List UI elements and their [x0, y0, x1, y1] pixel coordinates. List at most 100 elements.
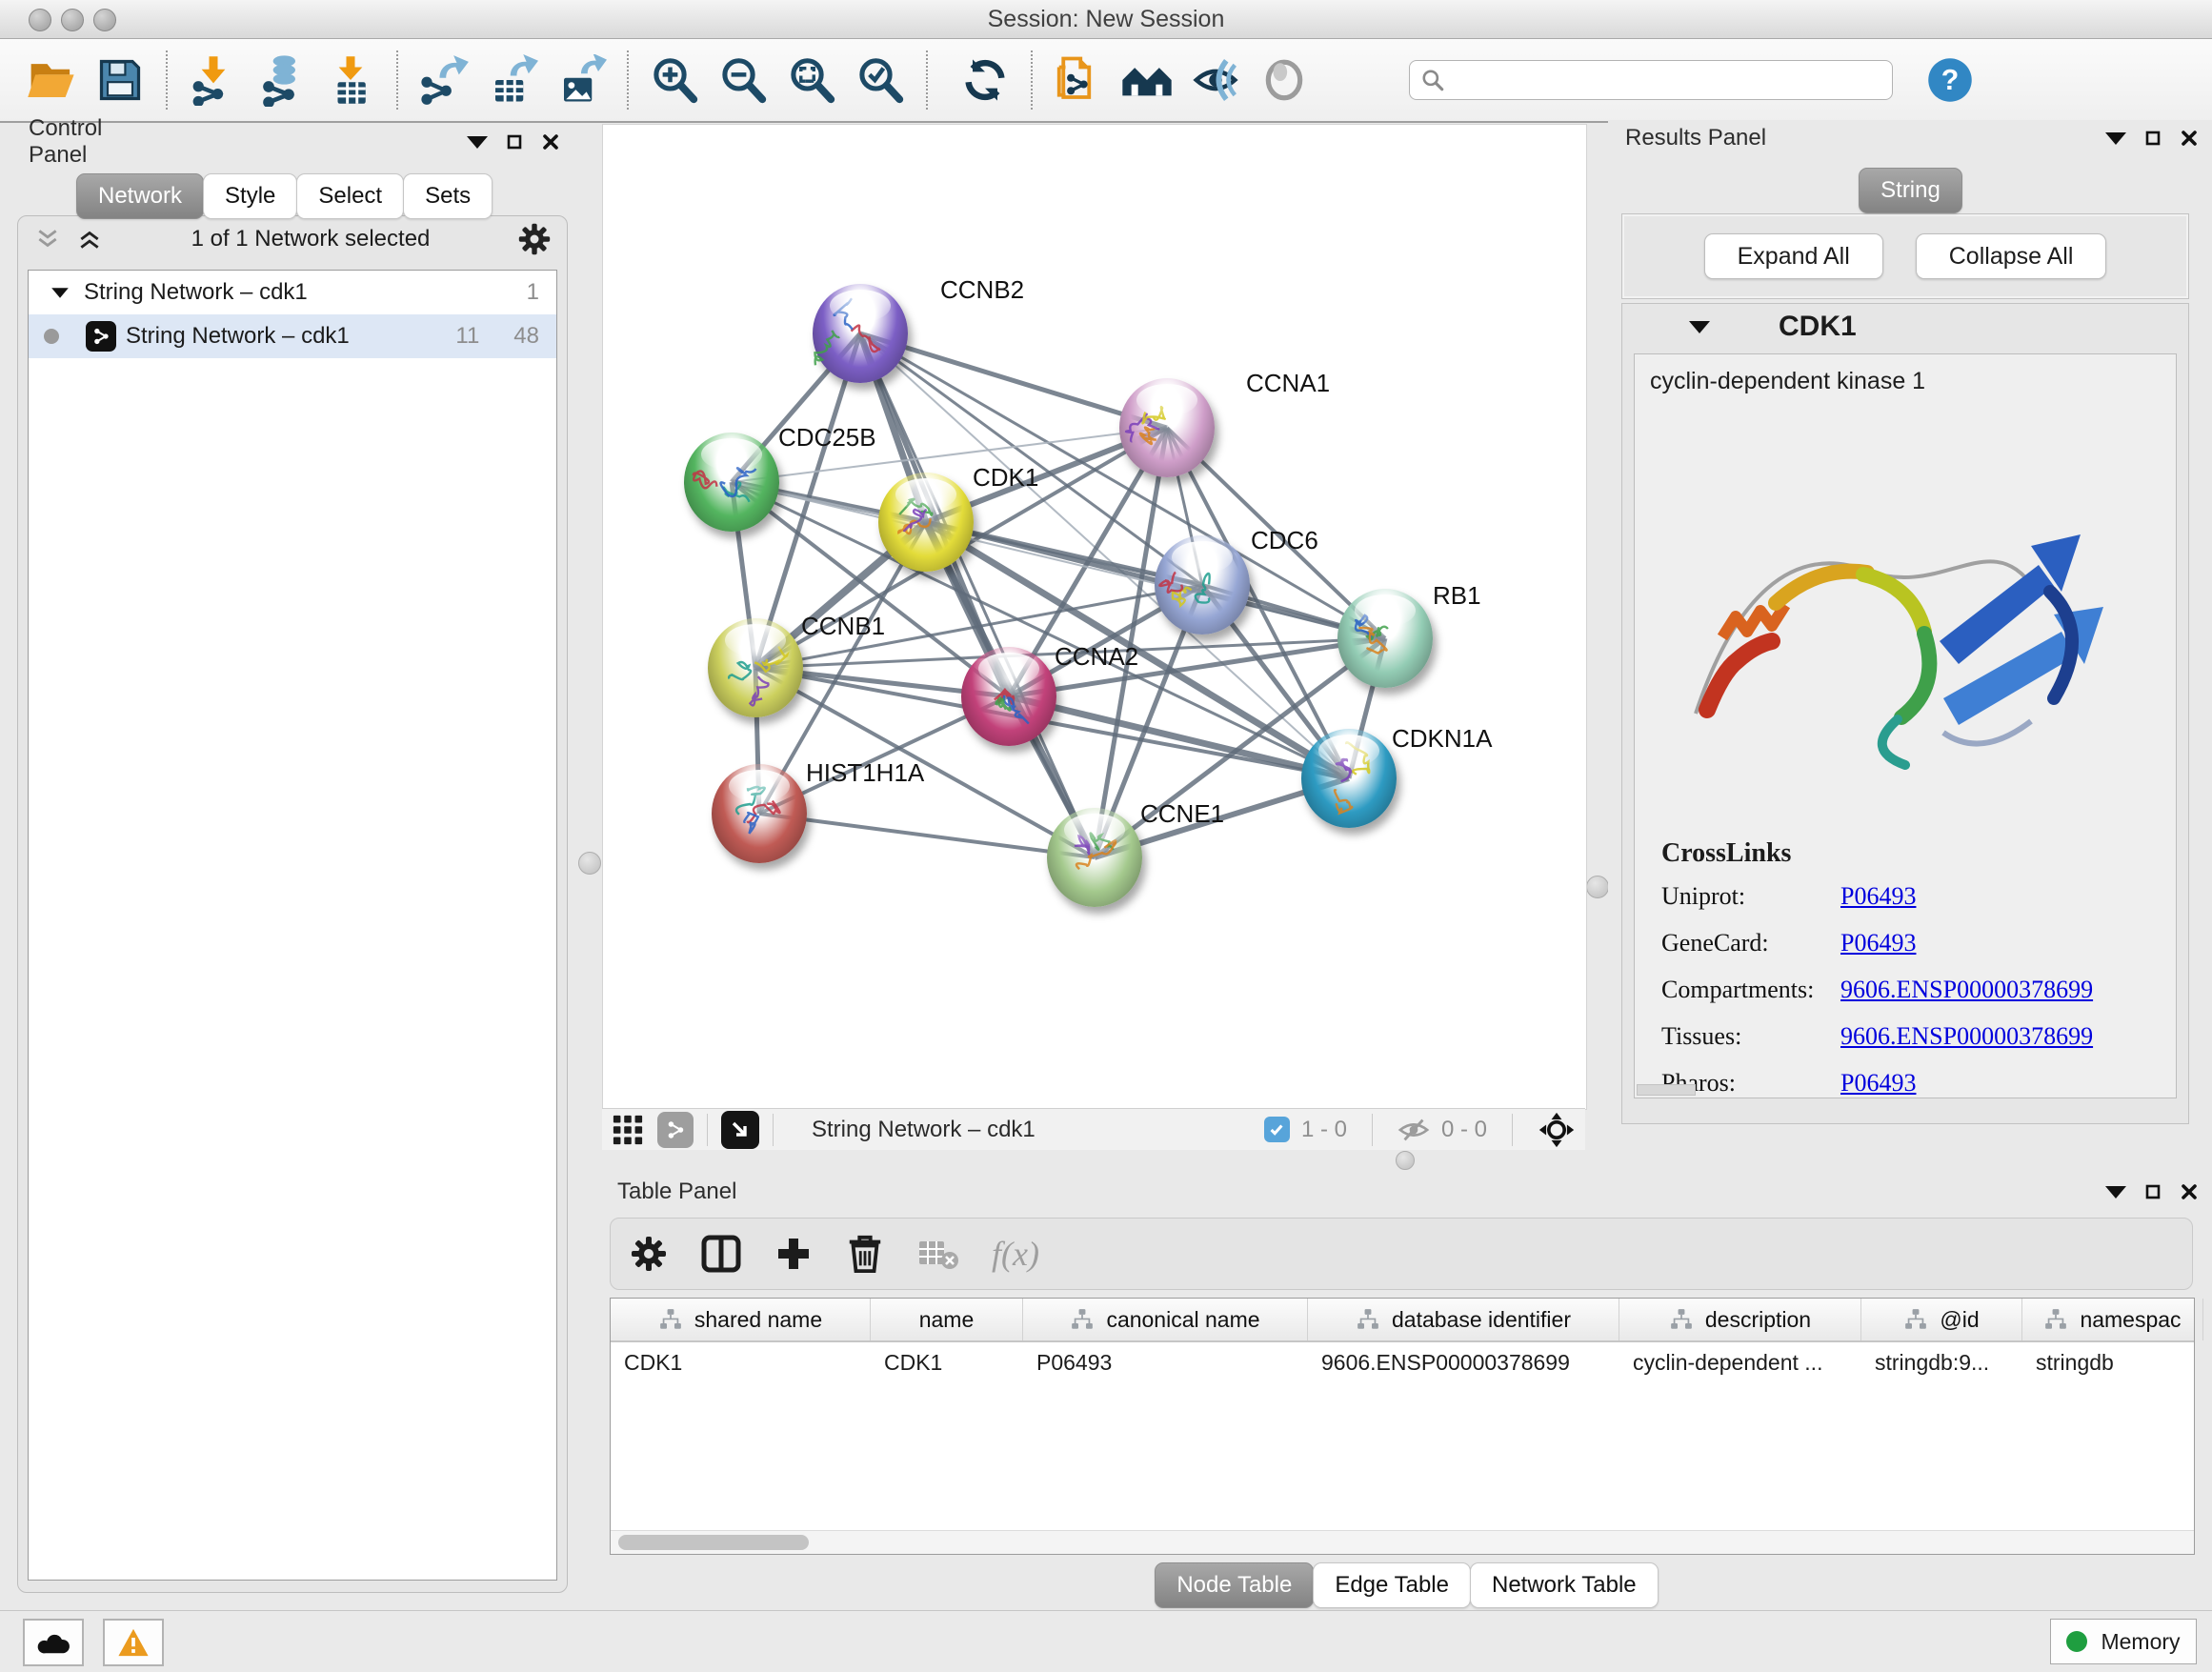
share-document-icon[interactable] [1052, 52, 1105, 108]
crosslink-link[interactable]: P06493 [1840, 882, 1916, 911]
table-horizontal-scrollbar[interactable] [611, 1530, 2194, 1554]
refresh-icon[interactable] [958, 52, 1012, 108]
expand-all-button[interactable]: Expand All [1704, 233, 1883, 279]
table-cell[interactable]: CDK1 [871, 1342, 1023, 1382]
open-file-icon[interactable] [25, 52, 78, 108]
export-network-icon[interactable] [417, 52, 471, 108]
collection-expander-icon[interactable] [51, 288, 69, 297]
table-cell[interactable]: P06493 [1023, 1342, 1308, 1382]
node-CDKN1A[interactable] [1301, 729, 1397, 828]
panel-menu-icon[interactable] [2105, 1186, 2126, 1199]
add-column-icon[interactable] [774, 1235, 813, 1273]
column-header-name[interactable]: name [871, 1299, 1023, 1340]
float-panel-icon[interactable] [505, 132, 524, 151]
table-cell[interactable]: stringdb [2022, 1342, 2203, 1382]
node-table: shared namename canonical name database id… [610, 1298, 2195, 1555]
export-table-icon[interactable] [486, 52, 539, 108]
table-cell[interactable]: 9606.ENSP00000378699 [1308, 1342, 1619, 1382]
save-session-icon[interactable] [93, 52, 147, 108]
birds-eye-view-icon[interactable] [1538, 1111, 1576, 1149]
column-header-label: canonical name [1106, 1307, 1259, 1333]
export-image-icon[interactable] [554, 52, 608, 108]
import-network-from-database-icon[interactable] [255, 52, 309, 108]
network-options-gear-icon[interactable] [517, 222, 552, 256]
float-panel-icon[interactable] [2143, 1182, 2162, 1201]
help-icon[interactable]: ? [1923, 52, 1977, 108]
column-header-shared-name[interactable]: shared name [611, 1299, 871, 1340]
tab-edge-table[interactable]: Edge Table [1313, 1562, 1471, 1608]
column-header--id[interactable]: @id [1861, 1299, 2022, 1340]
zoom-out-icon[interactable] [716, 52, 770, 108]
results-scrollbar[interactable] [1637, 1084, 1696, 1096]
network-canvas[interactable]: CCNB2CCNA1CDC25BCDK1CDC6RB1CCNB1CCNA2CDK… [602, 124, 1587, 1110]
network-share-icon[interactable] [657, 1112, 694, 1148]
show-details-icon[interactable] [1257, 52, 1311, 108]
tab-network-table[interactable]: Network Table [1470, 1562, 1659, 1608]
panel-menu-icon[interactable] [467, 136, 488, 149]
node-HIST1H1A[interactable] [712, 764, 807, 863]
column-header-description[interactable]: description [1619, 1299, 1861, 1340]
horizontal-splitter-handle[interactable] [1396, 1151, 1415, 1170]
crosslink-link[interactable]: P06493 [1840, 929, 1916, 957]
table-options-gear-icon[interactable] [630, 1235, 668, 1273]
collection-label: String Network – cdk1 [84, 279, 308, 306]
warnings-button[interactable] [103, 1619, 164, 1666]
hide-details-icon[interactable] [1189, 52, 1242, 108]
import-network-icon[interactable] [187, 52, 240, 108]
cloud-status-button[interactable] [23, 1619, 84, 1666]
table-cell[interactable]: cyclin-dependent ... [1619, 1342, 1861, 1382]
node-label-HIST1H1A: HIST1H1A [806, 758, 924, 788]
open-in-new-window-icon[interactable] [721, 1111, 759, 1149]
network-row[interactable]: String Network – cdk1 11 48 [29, 314, 556, 358]
crosslink-link[interactable]: 9606.ENSP00000378699 [1840, 976, 2093, 1004]
node-CCNE1[interactable] [1047, 808, 1142, 907]
node-CCNB1[interactable] [708, 618, 803, 717]
column-header-namespac[interactable]: namespac [2022, 1299, 2203, 1340]
gene-expander-icon[interactable] [1689, 321, 1710, 333]
home-icon[interactable] [1120, 52, 1174, 108]
nodes-selected-checkbox[interactable] [1264, 1117, 1290, 1142]
table-cell[interactable]: CDK1 [611, 1342, 871, 1382]
network-collection-row[interactable]: String Network – cdk1 1 [29, 271, 556, 314]
column-header-database-identifier[interactable]: database identifier [1308, 1299, 1619, 1340]
table-row[interactable]: CDK1CDK1P064939606.ENSP00000378699cyclin… [611, 1342, 2194, 1382]
import-table-icon[interactable] [324, 52, 377, 108]
tab-style[interactable]: Style [203, 173, 297, 219]
show-columns-icon[interactable] [700, 1234, 742, 1274]
zoom-fit-icon[interactable] [785, 52, 838, 108]
zoom-selected-icon[interactable] [854, 52, 907, 108]
tab-network[interactable]: Network [76, 173, 204, 219]
grid-view-icon[interactable] [612, 1114, 644, 1146]
close-panel-icon[interactable] [2180, 1182, 2199, 1201]
left-splitter-handle[interactable] [578, 852, 601, 875]
collapse-all-icon[interactable] [33, 227, 62, 252]
node-CDK1[interactable] [878, 473, 974, 572]
memory-button[interactable]: Memory [2050, 1619, 2197, 1664]
expand-all-icon[interactable] [75, 227, 104, 252]
scrollbar-thumb[interactable] [618, 1535, 809, 1550]
tab-node-table[interactable]: Node Table [1155, 1562, 1314, 1608]
node-CDC25B[interactable] [684, 433, 779, 532]
node-CCNA1[interactable] [1119, 378, 1215, 477]
node-CCNA2[interactable] [961, 647, 1056, 746]
collapse-all-button[interactable]: Collapse All [1916, 233, 2107, 279]
node-CCNB2[interactable] [813, 284, 908, 383]
close-panel-icon[interactable] [541, 132, 560, 151]
float-panel-icon[interactable] [2143, 129, 2162, 148]
tab-select[interactable]: Select [296, 173, 404, 219]
zoom-in-icon[interactable] [648, 52, 701, 108]
panel-menu-icon[interactable] [2105, 132, 2126, 145]
crosslink-link[interactable]: P06493 [1840, 1069, 1916, 1098]
node-CDC6[interactable] [1155, 535, 1250, 635]
delete-column-icon[interactable] [845, 1233, 885, 1275]
search-input[interactable] [1409, 60, 1893, 100]
tree-column-icon [1669, 1308, 1694, 1331]
tab-string[interactable]: String [1859, 168, 1962, 213]
tab-sets[interactable]: Sets [403, 173, 493, 219]
edge-HIST1H1A-CCNE1[interactable] [759, 814, 1095, 857]
crosslink-link[interactable]: 9606.ENSP00000378699 [1840, 1022, 2093, 1051]
column-header-canonical-name[interactable]: canonical name [1023, 1299, 1308, 1340]
table-cell[interactable]: stringdb:9... [1861, 1342, 2022, 1382]
close-panel-icon[interactable] [2180, 129, 2199, 148]
node-RB1[interactable] [1337, 589, 1433, 688]
